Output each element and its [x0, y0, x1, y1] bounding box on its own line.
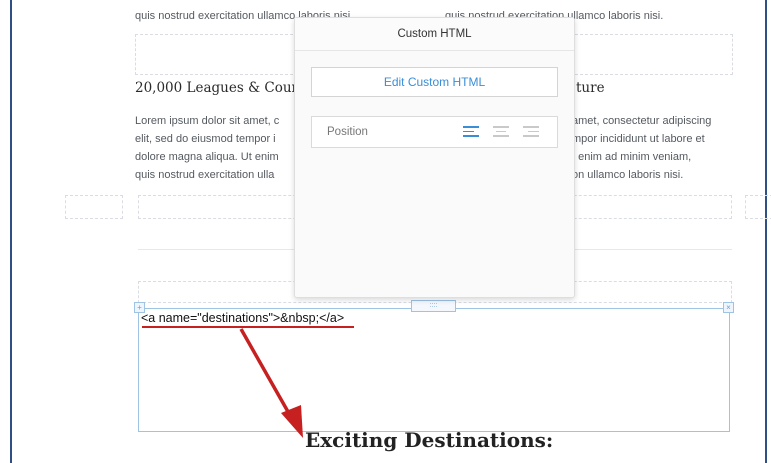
placeholder-left-outer[interactable] — [65, 195, 123, 219]
custom-html-popup: Custom HTML Edit Custom HTML Position — [294, 17, 575, 298]
right-paragraph-line: t enim ad minim veniam, — [572, 151, 692, 163]
left-paragraph-line: elit, sed do eiusmod tempor i — [135, 133, 276, 145]
red-arrow-annotation — [239, 328, 303, 438]
drag-handle-icon[interactable]: :::: — [411, 300, 456, 312]
align-right-icon[interactable] — [523, 126, 539, 140]
red-arrow-head — [281, 405, 303, 438]
close-icon[interactable]: × — [723, 302, 734, 313]
section-heading: Exciting Destinations: — [305, 428, 554, 452]
edit-custom-html-button[interactable]: Edit Custom HTML — [311, 67, 558, 97]
left-paragraph-line: quis nostrud exercitation ulla — [135, 169, 275, 181]
placeholder-right-outer[interactable] — [745, 195, 771, 219]
right-paragraph: amet, consectetur adipiscing mpor incidi… — [572, 112, 711, 184]
right-paragraph-line: on ullamco laboris nisi. — [572, 169, 684, 181]
position-label: Position — [327, 126, 368, 138]
left-paragraph-line: Lorem ipsum dolor sit amet, c — [135, 115, 280, 127]
red-arrow-shaft — [239, 328, 293, 418]
align-center-icon[interactable] — [493, 126, 509, 140]
right-paragraph-line: amet, consectetur adipiscing — [572, 115, 712, 127]
popup-title: Custom HTML — [295, 18, 574, 51]
custom-html-code: <a name="destinations">&nbsp;</a> — [141, 311, 345, 325]
position-row: Position — [311, 116, 558, 148]
align-left-icon[interactable] — [463, 126, 479, 140]
left-heading: 20,000 Leagues & Count — [135, 80, 306, 96]
left-paragraph: Lorem ipsum dolor sit amet, c elit, sed … — [135, 112, 279, 184]
right-paragraph-line: mpor incididunt ut labore et — [572, 133, 705, 145]
right-heading: ture — [576, 80, 605, 96]
left-paragraph-line: dolore magna aliqua. Ut enim — [135, 151, 279, 163]
